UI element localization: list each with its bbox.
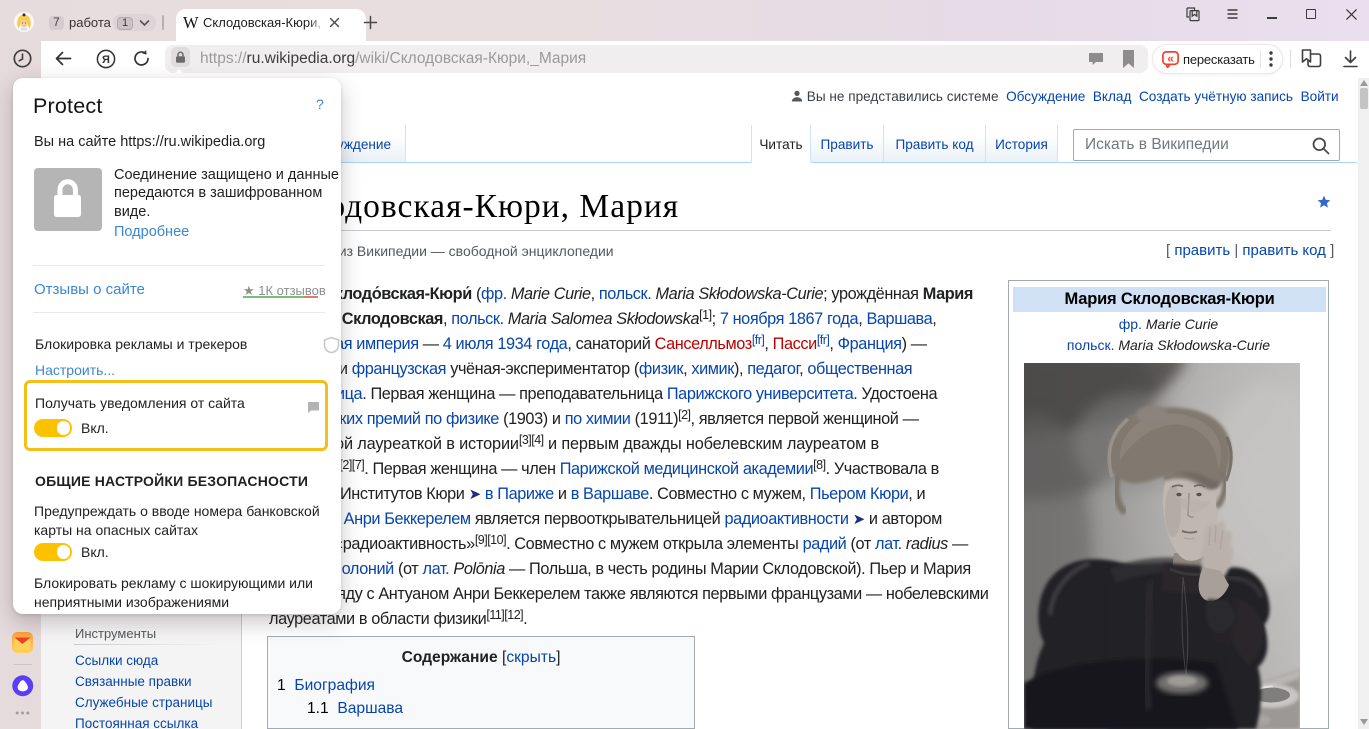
svg-text:«: « xyxy=(1167,52,1174,66)
svg-text:Я: Я xyxy=(102,54,110,66)
